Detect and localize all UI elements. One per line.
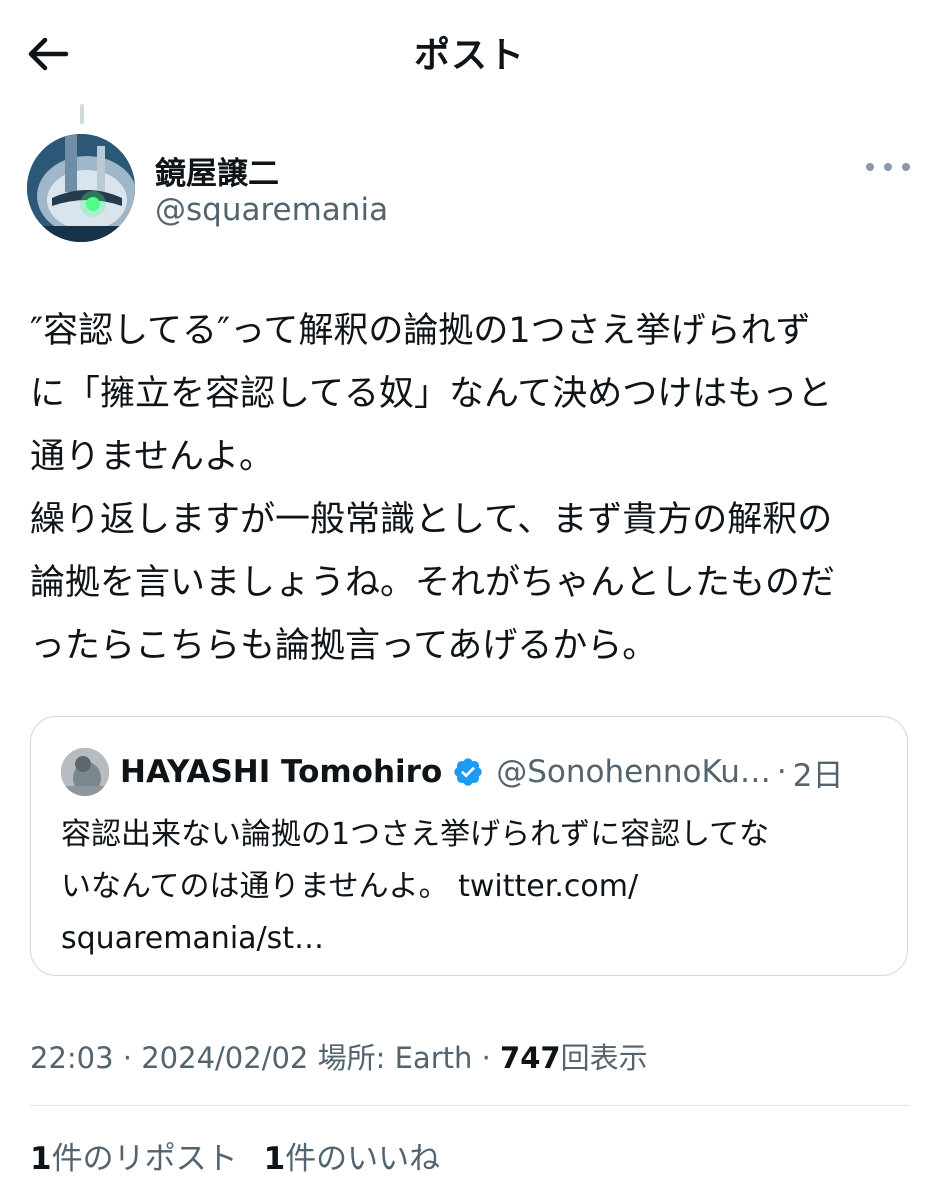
avatar-image	[27, 134, 135, 242]
thread-connector-line	[80, 104, 84, 124]
quoted-tweet-text: 容認出来ない論拠の1つさえ挙げられずに容認してな いなんてのは通りませんよ。 t…	[61, 817, 770, 956]
quoted-author-name: HAYASHI Tomohiro	[120, 754, 443, 790]
more-dot	[866, 163, 874, 171]
tweet-time: 22:03	[30, 1041, 114, 1075]
quoted-tweet-header: HAYASHI Tomohiro @SonohennoKu… · 2日	[120, 750, 900, 794]
engagement-stats: 1件のリポスト 1件のいいね	[30, 1133, 466, 1178]
tweet-text: ″容認してる″って解釈の論拠の1つさえ挙げられず に「擁立を容認してる奴」なんて…	[30, 311, 836, 666]
reposts-stat[interactable]: 1件のリポスト	[30, 1133, 238, 1178]
top-bar: ポスト	[0, 0, 939, 105]
quoted-tweet-card[interactable]: HAYASHI Tomohiro @SonohennoKu… · 2日 容認出来…	[30, 716, 908, 976]
reposts-label: 件のリポスト	[51, 1141, 238, 1177]
author-name[interactable]: 鏡屋譲二	[155, 148, 279, 193]
tweet-meta: 22:03 · 2024/02/02 場所: Earth · 747回表示	[30, 1035, 648, 1077]
more-dot	[884, 163, 892, 171]
meta-separator: ·	[481, 1041, 491, 1075]
meta-separator: ·	[122, 1041, 133, 1075]
views-label: 回表示	[560, 1041, 648, 1075]
views-count: 747	[500, 1041, 561, 1075]
location-label: 場所:	[317, 1041, 386, 1075]
likes-count: 1	[263, 1141, 286, 1177]
tweet-date[interactable]: 2024/02/02	[141, 1041, 308, 1075]
likes-label: 件のいいね	[285, 1141, 441, 1177]
more-options-button[interactable]	[866, 152, 910, 182]
more-dot	[902, 163, 910, 171]
divider	[30, 1105, 910, 1106]
verified-badge-icon	[452, 756, 484, 788]
author-handle[interactable]: @squaremania	[155, 192, 388, 228]
page-title: ポスト	[413, 35, 525, 76]
location-value[interactable]: Earth	[395, 1041, 473, 1075]
quoted-tweet-time: 2日	[792, 757, 844, 794]
quoted-author-handle: @SonohennoKu…	[496, 754, 771, 790]
author-avatar[interactable]	[27, 134, 135, 242]
quoted-avatar-image	[61, 748, 109, 796]
likes-stat[interactable]: 1件のいいね	[264, 1133, 441, 1178]
reposts-count: 1	[30, 1141, 52, 1177]
quoted-header-separator: ·	[776, 754, 787, 790]
quoted-author-avatar	[61, 748, 109, 796]
